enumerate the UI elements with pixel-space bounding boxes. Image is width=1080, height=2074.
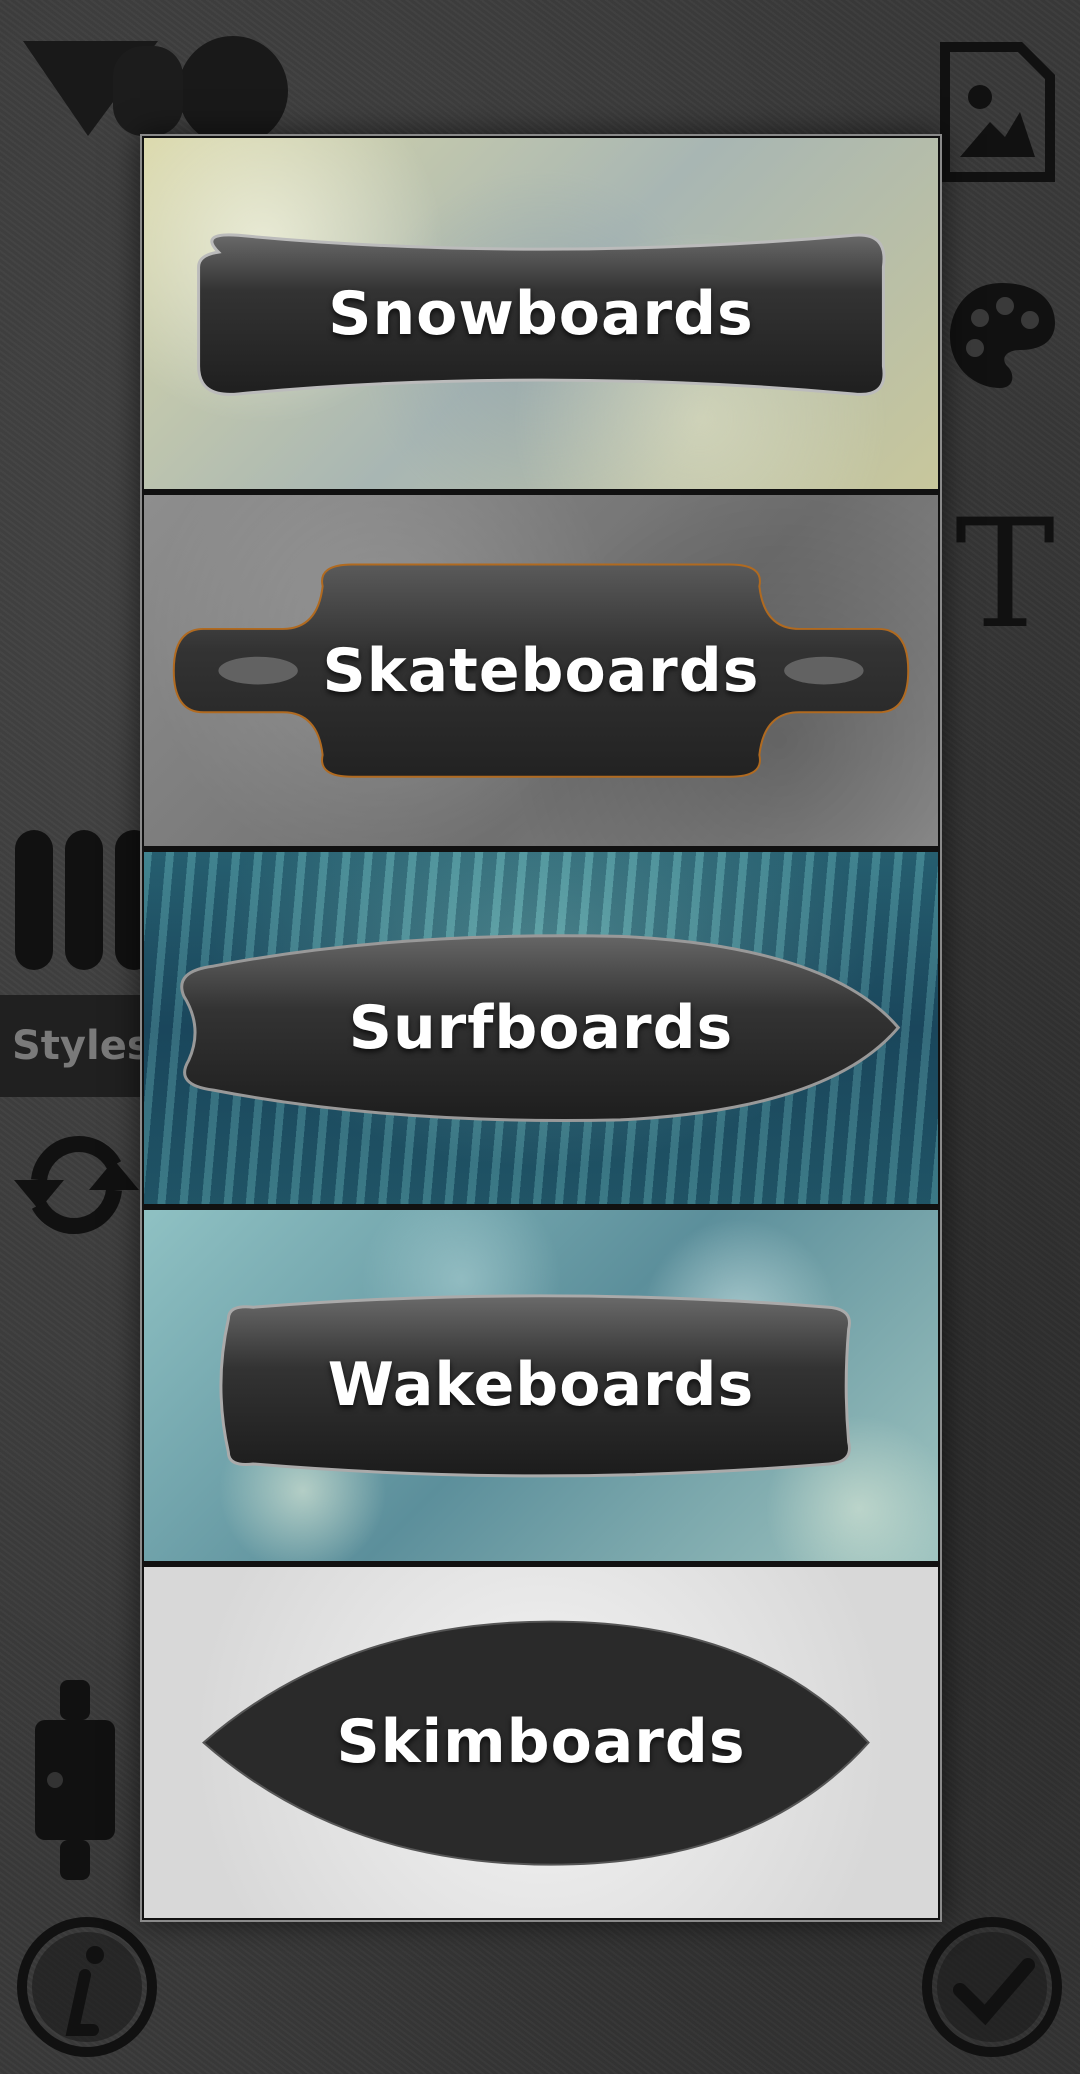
board-type-menu: Snowboards Skateboards Surfboards Wakebo… [140,134,942,1922]
logo-icon [23,36,288,146]
info-icon[interactable] [15,1915,160,2060]
truck-icon[interactable] [30,1680,120,1880]
board-label: Skateboards [322,635,760,706]
palette-icon[interactable] [945,278,1060,393]
board-label: Skimboards [336,1707,746,1778]
board-option-skateboards[interactable]: Skateboards [144,495,938,847]
text-icon[interactable]: T [955,500,1055,650]
board-option-snowboards[interactable]: Snowboards [144,138,938,490]
board-option-skimboards[interactable]: Skimboards [144,1566,938,1919]
board-label: Wakeboards [327,1350,755,1421]
bars-icon[interactable] [15,830,140,970]
styles-tab[interactable]: Styles [0,995,151,1097]
refresh-icon[interactable] [14,1130,139,1240]
image-icon[interactable] [935,42,1055,182]
board-option-surfboards[interactable]: Surfboards [144,852,938,1204]
check-icon[interactable] [920,1915,1065,2060]
board-label: Surfboards [348,993,734,1063]
board-label: Snowboards [328,278,754,349]
board-option-wakeboards[interactable]: Wakeboards [144,1209,938,1561]
